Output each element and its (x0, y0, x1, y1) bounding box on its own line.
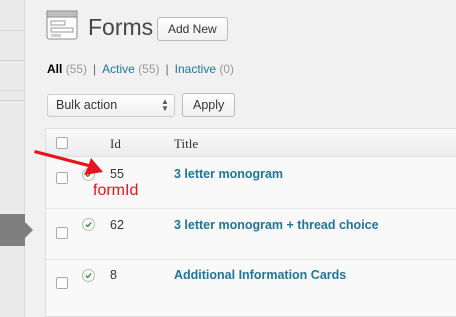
annotation-arrow (34, 150, 103, 175)
annotation-label: formId (93, 182, 139, 199)
